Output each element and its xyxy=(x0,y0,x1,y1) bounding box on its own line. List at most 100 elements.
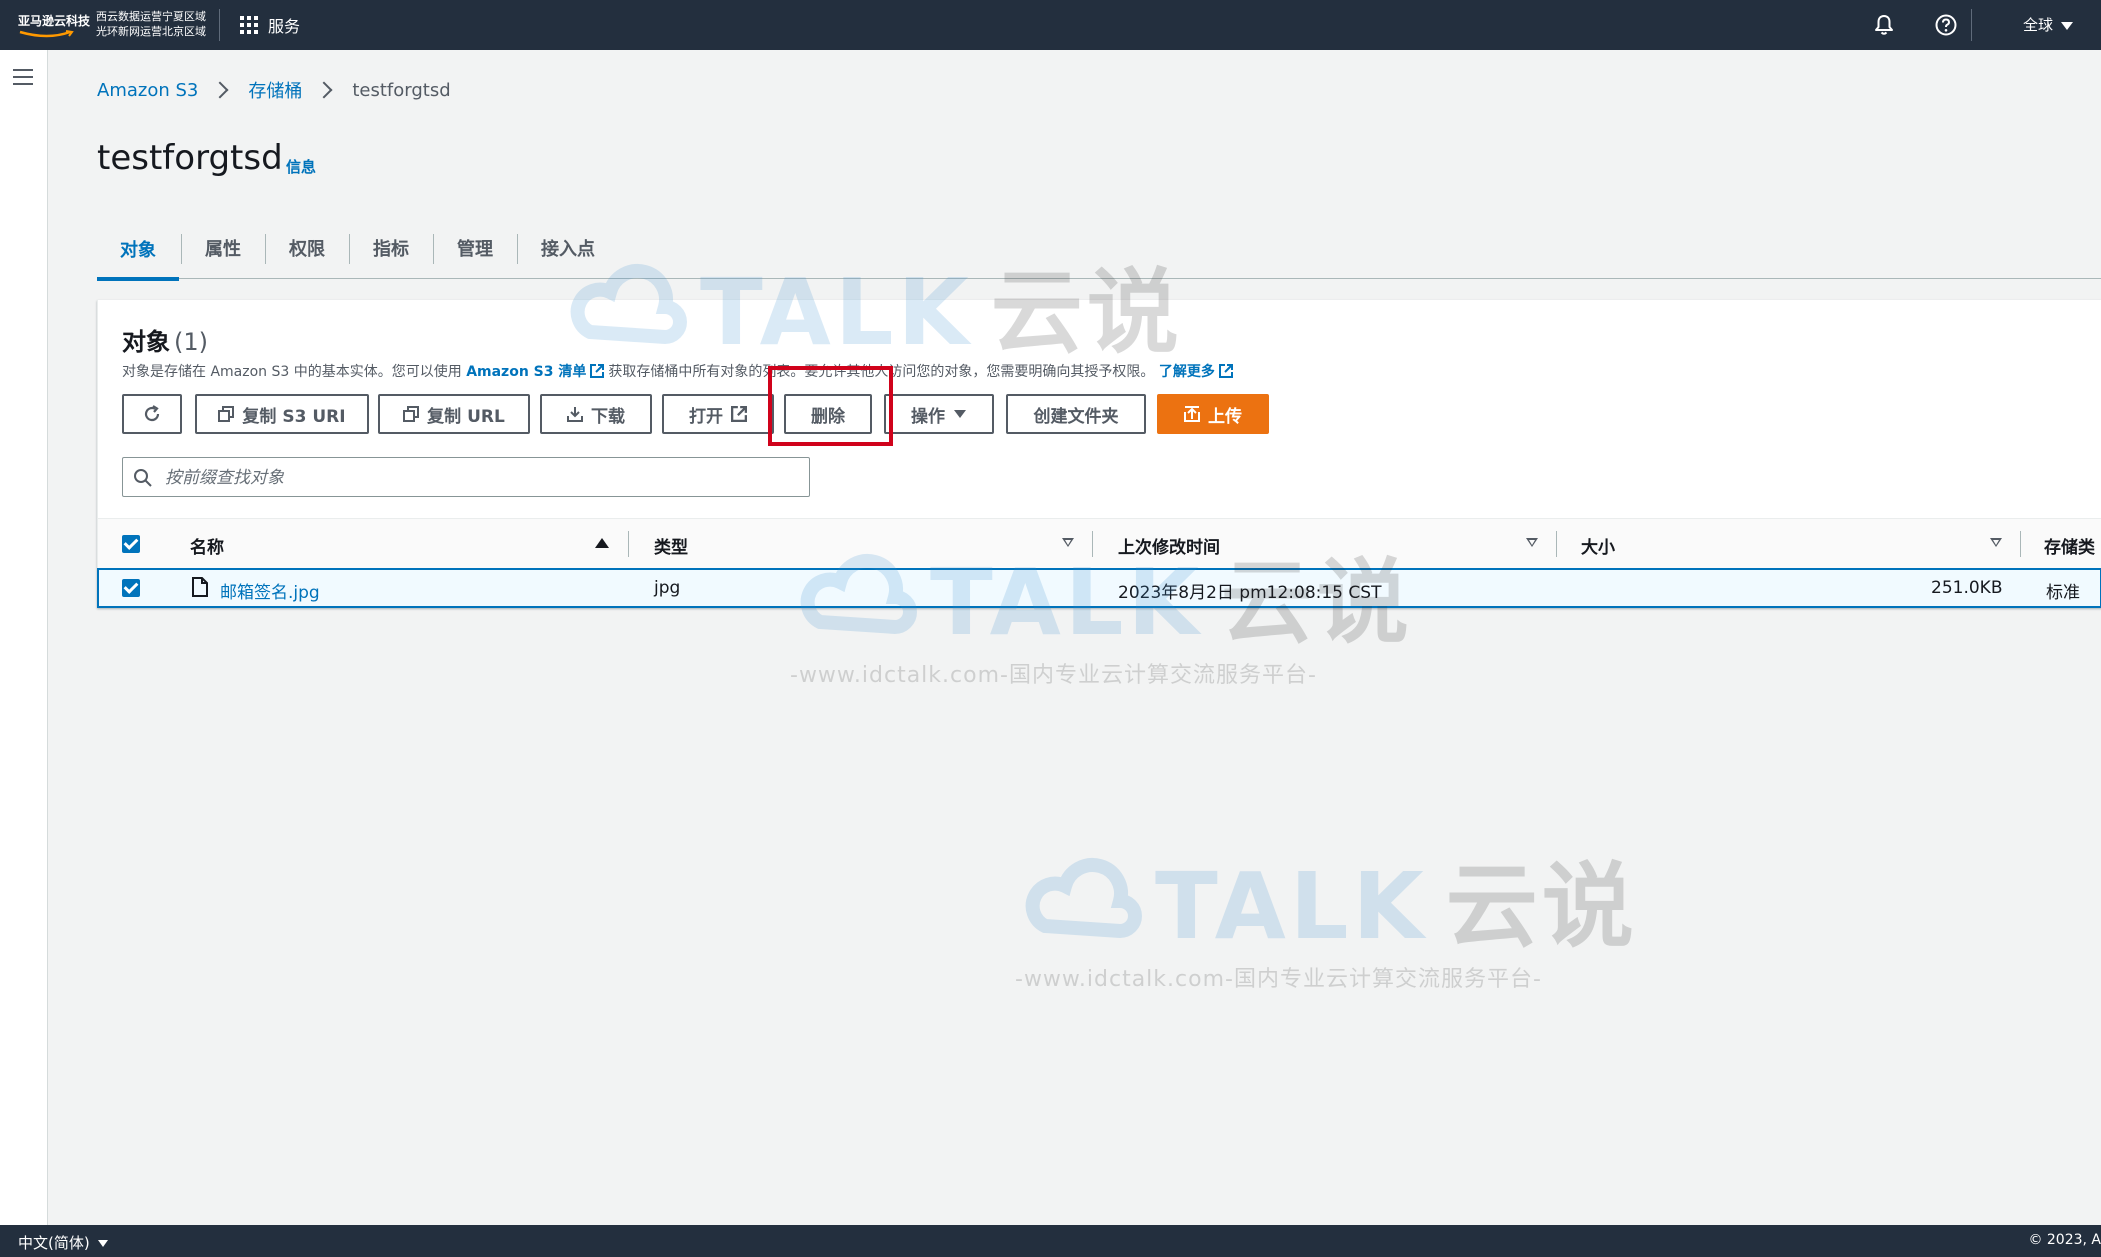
copy-s3-uri-button[interactable]: 复制 S3 URI xyxy=(195,394,369,434)
column-divider[interactable] xyxy=(1556,531,1557,557)
row-checkbox[interactable] xyxy=(122,579,140,597)
desc-middle: 获取存储桶中所有对象的列表。要允许其他人访问您的对象，您需要明确向其授予权限。 xyxy=(608,364,1155,380)
column-divider[interactable] xyxy=(2020,531,2021,557)
objects-count: (1) xyxy=(174,328,208,356)
breadcrumb-buckets[interactable]: 存储桶 xyxy=(248,77,302,103)
column-header-type[interactable]: 类型 xyxy=(654,533,688,558)
desc-prefix: 对象是存储在 Amazon S3 中的基本实体。您可以使用 xyxy=(122,364,462,380)
copy-url-label: 复制 URL xyxy=(427,406,505,427)
bell-icon[interactable] xyxy=(1872,13,1896,37)
tab-permissions[interactable]: 权限 xyxy=(266,220,348,276)
sort-ascending-icon[interactable] xyxy=(595,538,609,548)
sort-icon[interactable] xyxy=(1990,538,2002,547)
column-divider[interactable] xyxy=(1092,531,1093,557)
watermark-logo: TALK云说 xyxy=(1005,832,1638,965)
side-navigation-rail xyxy=(0,50,48,1225)
download-button[interactable]: 下载 xyxy=(540,394,652,434)
object-last-modified: 2023年8月2日 pm12:08:15 CST xyxy=(1118,583,1382,603)
caret-down-icon xyxy=(954,410,966,418)
language-selector[interactable]: 中文(简体) xyxy=(18,1232,108,1253)
upload-button[interactable]: 上传 xyxy=(1157,394,1269,434)
create-folder-button[interactable]: 创建文件夹 xyxy=(1006,394,1146,434)
open-label: 打开 xyxy=(689,406,723,427)
open-button[interactable]: 打开 xyxy=(662,394,774,434)
sort-icon[interactable] xyxy=(1526,538,1538,547)
bucket-tabs: 对象 属性 权限 指标 管理 接入点 xyxy=(97,220,2101,281)
smile-icon xyxy=(19,30,74,38)
region-line-2: 光环新网运营北京区域 xyxy=(96,25,206,38)
column-header-last-modified[interactable]: 上次修改时间 xyxy=(1118,533,1220,558)
nav-divider xyxy=(219,9,220,41)
column-header-size[interactable]: 大小 xyxy=(1581,533,1615,558)
file-icon xyxy=(192,577,208,597)
watermark-subtitle: -www.idctalk.com-国内专业云计算交流服务平台- xyxy=(1015,967,1542,992)
refresh-icon xyxy=(144,405,160,422)
object-type: jpg xyxy=(654,578,681,598)
external-link-icon xyxy=(731,406,747,422)
copy-icon xyxy=(218,406,235,422)
inventory-link[interactable]: Amazon S3 清单 xyxy=(466,364,586,380)
objects-title: 对象 xyxy=(122,328,170,356)
copy-url-button[interactable]: 复制 URL xyxy=(378,394,530,434)
object-storage-class: 标准 xyxy=(2046,583,2080,603)
upload-icon xyxy=(1184,406,1200,422)
services-menu-button[interactable]: 服务 xyxy=(240,14,300,36)
info-link[interactable]: 信息 xyxy=(286,156,316,177)
caret-down-icon xyxy=(2061,21,2074,30)
column-header-storage-class[interactable]: 存储类 xyxy=(2044,533,2095,558)
objects-panel: 对象 (1) 对象是存储在 Amazon S3 中的基本实体。您可以使用 Amaz… xyxy=(97,300,2101,608)
column-divider[interactable] xyxy=(628,531,629,557)
caret-down-icon xyxy=(97,1240,108,1247)
tab-properties[interactable]: 属性 xyxy=(182,220,264,276)
upload-label: 上传 xyxy=(1208,406,1242,427)
create-folder-label: 创建文件夹 xyxy=(1033,406,1119,427)
page-title: testforgtsd xyxy=(97,138,283,178)
watermark: TALK云说 -www.idctalk.com-国内专业云计算交流服务平台- xyxy=(1005,832,1638,993)
tab-objects[interactable]: 对象 xyxy=(97,220,179,281)
watermark-subtitle: -www.idctalk.com-国内专业云计算交流服务平台- xyxy=(790,663,1317,688)
tab-management[interactable]: 管理 xyxy=(434,220,516,276)
menu-icon[interactable] xyxy=(13,69,33,85)
download-label: 下载 xyxy=(591,406,625,427)
help-icon[interactable] xyxy=(1934,13,1958,37)
region-selector-label: 全球 xyxy=(2023,16,2054,34)
actions-dropdown-button[interactable]: 操作 xyxy=(884,394,994,434)
object-name-link[interactable]: 邮箱签名.jpg xyxy=(220,578,320,603)
grid-icon xyxy=(240,16,258,34)
region-info: 西云数据运营宁夏区域 光环新网运营北京区域 xyxy=(96,9,206,39)
footer: 中文(简体) © 2023, A xyxy=(0,1225,2101,1257)
top-navigation: 亚马逊云科技 西云数据运营宁夏区域 光环新网运营北京区域 服务 全球 xyxy=(0,0,2101,50)
external-link-icon xyxy=(590,364,605,378)
logo-text: 亚马逊云科技 xyxy=(18,14,91,28)
chevron-right-icon xyxy=(211,81,229,99)
watermark-brand: TALK xyxy=(1155,853,1428,960)
objects-heading: 对象 (1) xyxy=(122,322,208,357)
breadcrumb: Amazon S3 存储桶 testforgtsd xyxy=(97,77,451,103)
breadcrumb-current-bucket: testforgtsd xyxy=(352,79,451,101)
refresh-button[interactable] xyxy=(122,394,182,434)
language-label: 中文(简体) xyxy=(18,1234,90,1252)
select-all-checkbox[interactable] xyxy=(122,535,140,553)
copyright: © 2023, A xyxy=(2028,1232,2101,1248)
sort-icon[interactable] xyxy=(1062,538,1074,547)
breadcrumb-amazon-s3[interactable]: Amazon S3 xyxy=(97,80,198,101)
search-input[interactable] xyxy=(163,464,797,492)
actions-label: 操作 xyxy=(911,406,945,427)
delete-button[interactable]: 删除 xyxy=(784,394,872,434)
chevron-right-icon xyxy=(315,81,333,99)
region-selector[interactable]: 全球 xyxy=(2023,14,2074,35)
tab-access-points[interactable]: 接入点 xyxy=(518,220,618,276)
download-icon xyxy=(567,407,583,422)
table-row[interactable]: 邮箱签名.jpg jpg 2023年8月2日 pm12:08:15 CST 25… xyxy=(97,568,2101,608)
cloud-logo-icon xyxy=(1025,858,1142,939)
search-icon xyxy=(134,469,152,487)
services-label: 服务 xyxy=(268,17,301,36)
watermark-brand-cn: 云说 xyxy=(1445,853,1638,960)
table-header: 名称 类型 上次修改时间 大小 存储类 xyxy=(98,518,2101,570)
learn-more-link[interactable]: 了解更多 xyxy=(1159,364,1215,380)
column-header-name[interactable]: 名称 xyxy=(190,533,224,558)
copy-icon xyxy=(403,406,420,422)
object-size: 251.0KB xyxy=(1931,578,2003,598)
nav-divider-right xyxy=(1971,9,1972,41)
tab-metrics[interactable]: 指标 xyxy=(350,220,432,276)
